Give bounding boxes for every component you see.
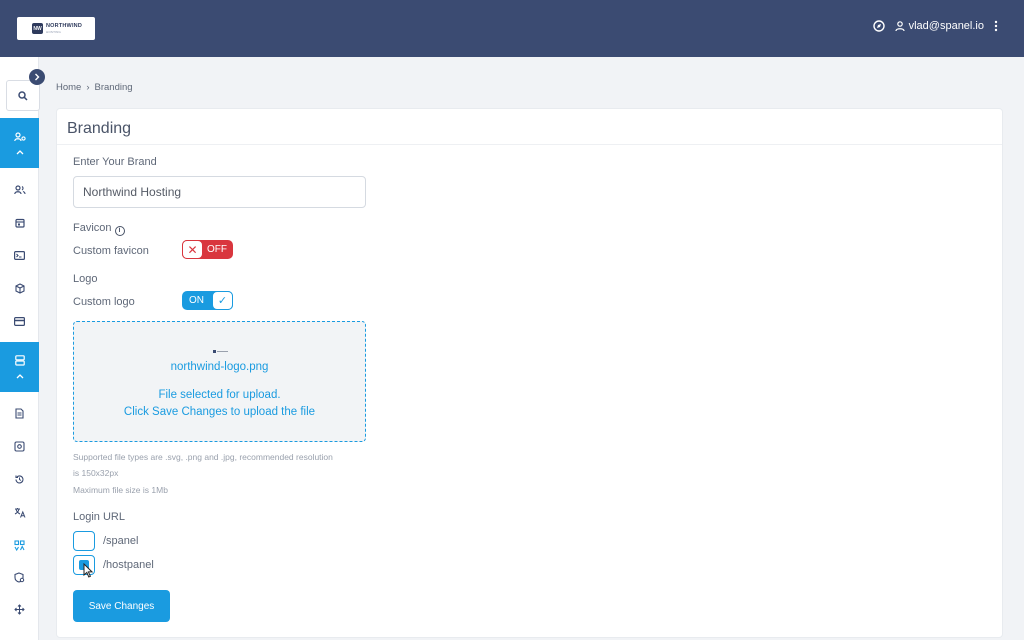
brand-logo[interactable]: NW NORTHWIND HOSTING [17, 17, 95, 40]
favicon-section-label: Favicon i [73, 222, 125, 236]
user-menu[interactable]: vlad@spanel.io [895, 20, 984, 32]
document-icon [15, 407, 24, 419]
logo-section-label: Logo [73, 273, 98, 285]
user-email: vlad@spanel.io [908, 20, 984, 32]
page-title: Branding [67, 120, 132, 137]
brand-name-input[interactable] [73, 176, 366, 208]
mouse-cursor-icon [83, 562, 94, 583]
sidebar-item-security[interactable] [0, 562, 39, 592]
top-bar: NW NORTHWIND HOSTING vlad@spanel.io [0, 0, 1024, 57]
login-url-spanel-label[interactable]: /spanel [103, 535, 138, 547]
users-icon [13, 185, 26, 195]
more-vertical-icon[interactable] [994, 20, 998, 32]
sidebar-item-translations[interactable] [0, 497, 39, 527]
sidebar-item-server-group[interactable] [0, 342, 39, 392]
login-url-spanel-checkbox[interactable] [73, 531, 95, 551]
logo-mark: NW [32, 23, 43, 34]
shield-gear-icon [14, 571, 25, 583]
settings-icon [14, 440, 25, 452]
sidebar-item-billing[interactable] [0, 306, 39, 336]
sidebar-item-network[interactable] [0, 594, 39, 624]
history-icon [15, 474, 24, 483]
server-icon [14, 355, 25, 366]
calendar-icon [14, 218, 25, 228]
breadcrumb-separator-icon: › [86, 82, 90, 93]
compass-icon[interactable] [872, 20, 885, 32]
top-right-controls: vlad@spanel.io [872, 20, 998, 32]
sidebar-item-calendar[interactable] [0, 208, 39, 238]
close-icon: ✕ [182, 240, 203, 259]
branding-icon [14, 539, 25, 551]
sidebar-expand-button[interactable] [29, 69, 45, 85]
user-icon [895, 20, 905, 32]
chevron-up-icon [16, 374, 23, 379]
login-url-label: Login URL [73, 511, 125, 523]
card-divider [57, 144, 1002, 145]
sidebar-item-terminal[interactable] [0, 240, 39, 270]
toggle-state-text: ON [189, 295, 204, 306]
custom-favicon-toggle[interactable]: ✕ OFF [182, 240, 233, 259]
upload-message-line1: File selected for upload. [158, 389, 281, 401]
brand-label: Enter Your Brand [73, 156, 157, 168]
login-url-hostpanel-label[interactable]: /hostpanel [103, 559, 154, 571]
resolution-hint: is 150x32px [73, 468, 119, 478]
logo-upload-dropzone[interactable]: northwind-logo.png File selected for upl… [73, 321, 366, 442]
breadcrumb-home[interactable]: Home [56, 82, 81, 93]
breadcrumb: Home › Branding [56, 82, 133, 93]
file-types-hint: Supported file types are .svg, .png and … [73, 452, 333, 462]
sidebar-item-accounts[interactable] [0, 175, 39, 205]
toggle-state-text: OFF [207, 244, 227, 255]
info-icon[interactable]: i [114, 225, 125, 236]
translate-icon [14, 507, 25, 518]
file-size-hint: Maximum file size is 1Mb [73, 485, 168, 495]
package-icon [14, 282, 25, 294]
sidebar-item-documents[interactable] [0, 398, 39, 428]
sidebar-item-settings[interactable] [0, 431, 39, 461]
custom-logo-toggle[interactable]: ON ✓ [182, 291, 233, 310]
sidebar-item-history[interactable] [0, 464, 39, 494]
breadcrumb-current: Branding [94, 82, 133, 93]
logo-text: NORTHWIND [46, 22, 83, 29]
chevron-right-icon [35, 73, 40, 81]
save-changes-button[interactable]: Save Changes [73, 590, 170, 622]
sidebar-item-users-group[interactable] [0, 118, 39, 168]
chevron-up-icon [16, 149, 23, 154]
custom-favicon-label: Custom favicon [73, 245, 149, 257]
logo-subtext: HOSTING [46, 29, 62, 34]
user-settings-icon [13, 131, 26, 141]
selected-file-name: northwind-logo.png [170, 361, 269, 373]
card-icon [14, 316, 25, 326]
upload-message-line2: Click Save Changes to upload the file [123, 406, 316, 418]
terminal-icon [14, 250, 25, 260]
check-icon: ✓ [212, 291, 233, 310]
sidebar-item-packages[interactable] [0, 273, 39, 303]
move-icon [14, 603, 25, 615]
logo-thumbnail [213, 349, 229, 354]
search-icon [18, 90, 28, 101]
sidebar-item-branding[interactable] [0, 530, 39, 560]
custom-logo-label: Custom logo [73, 296, 135, 308]
